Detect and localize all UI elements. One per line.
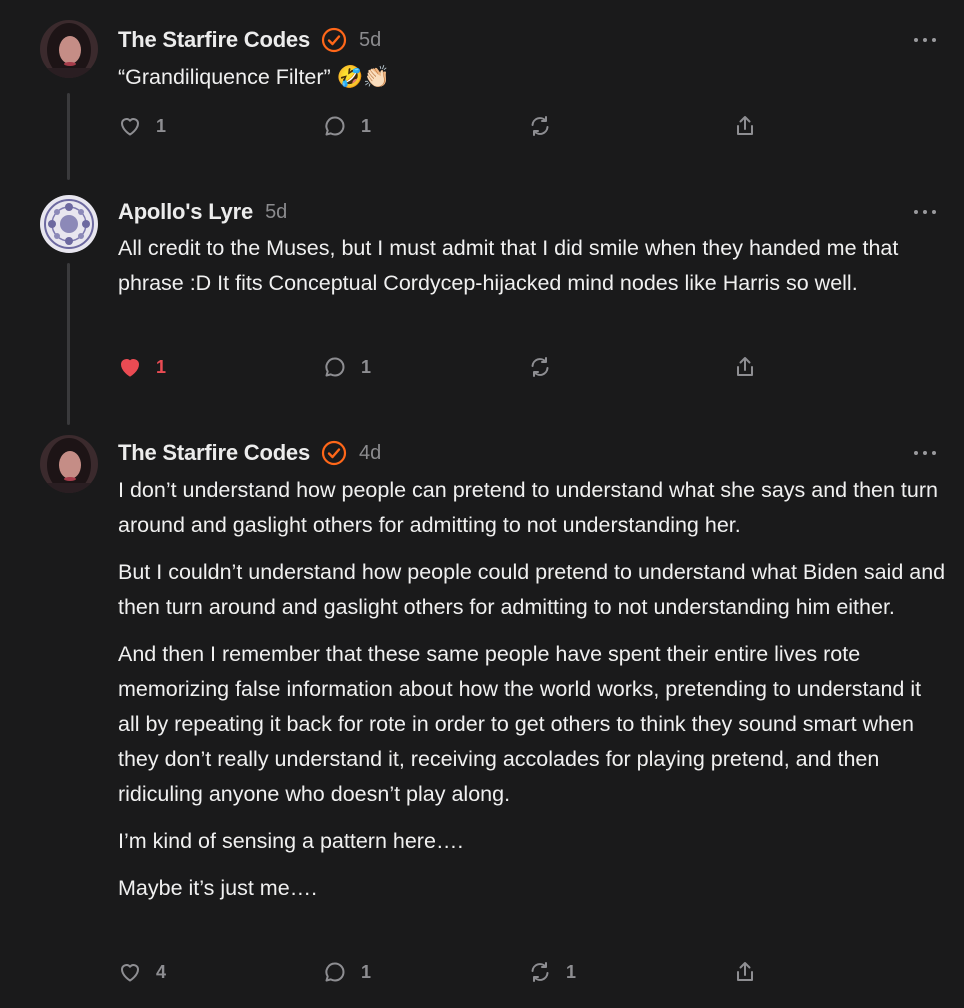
author-name[interactable]: The Starfire Codes [118, 27, 310, 53]
restack-icon [531, 962, 549, 982]
like-button[interactable]: 1 [118, 352, 166, 382]
comment-bubble-icon [325, 962, 345, 982]
timestamp[interactable]: 5d [265, 201, 287, 224]
heart-icon [121, 118, 139, 136]
share-button[interactable] [733, 111, 757, 141]
author-name[interactable]: The Starfire Codes [118, 440, 310, 466]
reply-count: 1 [361, 115, 372, 136]
author-name[interactable]: Apollo's Lyre [118, 199, 253, 225]
comment-paragraph: I don’t understand how people can preten… [118, 478, 938, 537]
thread-line [67, 263, 70, 425]
share-icon [737, 962, 753, 981]
verified-badge-icon [321, 440, 347, 466]
more-options-icon[interactable] [914, 208, 936, 216]
restack-button[interactable] [528, 352, 566, 382]
comment-actions: 1 1 [118, 352, 778, 382]
restack-button[interactable] [528, 111, 566, 141]
share-button[interactable] [733, 352, 757, 382]
share-button[interactable] [733, 957, 757, 987]
timestamp[interactable]: 5d [359, 29, 381, 52]
reply-count: 1 [361, 961, 372, 982]
verified-badge-icon [321, 27, 347, 53]
comment-paragraph: “Grandiliquence Filter” 🤣👏🏻 [118, 65, 391, 89]
like-count: 1 [156, 115, 167, 136]
comment-3: The Starfire Codes 4d I don’t understand… [0, 420, 964, 1008]
comment-bubble-icon [325, 357, 345, 377]
reply-button[interactable]: 1 [323, 111, 371, 141]
comment-body: All credit to the Muses, but I must admi… [118, 231, 948, 313]
comment-paragraph: And then I remember that these same peop… [118, 642, 922, 806]
reply-button[interactable]: 1 [323, 957, 371, 987]
comment-header: Apollo's Lyre 5d [118, 197, 287, 227]
heart-filled-icon [121, 359, 139, 377]
comment-paragraph: But I couldn’t understand how people cou… [118, 560, 946, 619]
restack-button[interactable]: 1 [528, 957, 576, 987]
thread-line [67, 93, 70, 180]
comment-1: The Starfire Codes 5d “Grandiliquence Fi… [0, 0, 964, 180]
comment-body: I don’t understand how people can preten… [118, 473, 948, 918]
share-icon [737, 116, 753, 135]
restack-icon [531, 357, 549, 377]
comment-thread: The Starfire Codes 5d “Grandiliquence Fi… [0, 0, 964, 1008]
comment-bubble-icon [325, 116, 345, 136]
like-count: 4 [156, 961, 167, 982]
comment-paragraph: Maybe it’s just me…. [118, 876, 318, 900]
reply-count: 1 [361, 356, 372, 377]
avatar[interactable] [40, 195, 98, 253]
comment-actions: 1 1 [118, 111, 778, 141]
comment-header: The Starfire Codes 4d [118, 438, 381, 468]
comment-2: Apollo's Lyre 5d All credit to the Muses… [0, 180, 964, 425]
like-button[interactable]: 1 [118, 111, 166, 141]
comment-paragraph: All credit to the Muses, but I must admi… [118, 236, 899, 295]
like-button[interactable]: 4 [118, 957, 166, 987]
comment-actions: 4 1 1 [118, 957, 778, 987]
avatar[interactable] [40, 20, 98, 78]
avatar[interactable] [40, 435, 98, 493]
comment-body: “Grandiliquence Filter” 🤣👏🏻 [118, 60, 948, 107]
restack-icon [531, 116, 549, 136]
comment-header: The Starfire Codes 5d [118, 25, 381, 55]
restack-count: 1 [566, 961, 577, 982]
more-options-icon[interactable] [914, 449, 936, 457]
heart-icon [121, 964, 139, 982]
comment-paragraph: I’m kind of sensing a pattern here…. [118, 829, 464, 853]
reply-button[interactable]: 1 [323, 352, 371, 382]
timestamp[interactable]: 4d [359, 442, 381, 465]
like-count: 1 [156, 356, 167, 377]
share-icon [737, 357, 753, 376]
more-options-icon[interactable] [914, 36, 936, 44]
